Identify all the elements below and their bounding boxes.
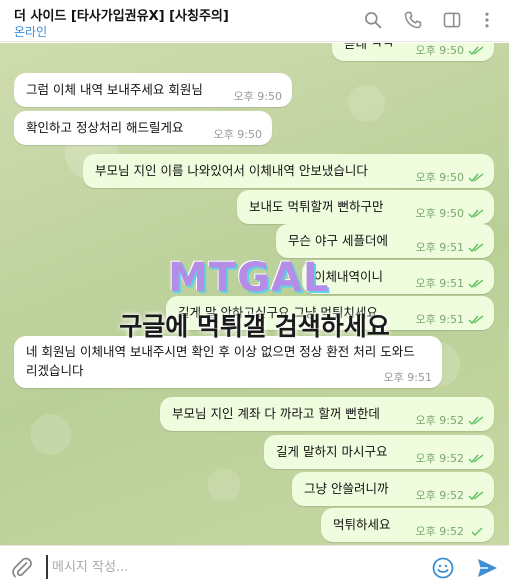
composer-bar bbox=[0, 545, 509, 587]
read-check-icon bbox=[468, 279, 484, 289]
paperclip-icon[interactable] bbox=[10, 556, 34, 580]
message-time: 오후 9:51 bbox=[415, 241, 464, 254]
read-check-icon bbox=[468, 209, 484, 219]
watermark-logo: MTGAL bbox=[168, 255, 330, 301]
message-text: 먹튀하세요 bbox=[333, 517, 391, 532]
read-check-icon bbox=[468, 173, 484, 183]
message-text: 무슨 야구 세플더에 bbox=[288, 233, 388, 248]
more-vertical-icon[interactable] bbox=[476, 9, 498, 31]
sent-check-icon bbox=[471, 527, 483, 536]
message-text: 부모님 지인 이름 나와있어서 이체내역 안보냈습니다 bbox=[95, 163, 368, 178]
message-bubble[interactable]: 그럼 이체 내역 보내주세요 회원님 오후 9:50 bbox=[14, 73, 292, 107]
message-bubble[interactable]: 확인하고 정상처리 해드릴게요 오후 9:50 bbox=[14, 111, 272, 145]
watermark-text: 구글에 먹튀갤 검색하세요 bbox=[119, 312, 390, 341]
chat-header: 더 사이드 [타사가입권유X] [사칭주의] 온라인 bbox=[0, 0, 509, 42]
message-time: 오후 9:50 bbox=[213, 128, 262, 141]
send-icon[interactable] bbox=[475, 556, 499, 580]
message-text: 길게 말하지 마시구요 bbox=[276, 444, 388, 459]
message-bubble[interactable]: 이체내역이니 오후 9:51 bbox=[302, 260, 494, 294]
message-bubble[interactable]: 길게 말하지 마시구요 오후 9:52 bbox=[264, 435, 494, 469]
message-text: 네 회원님 이체내역 보내주시면 확인 후 이상 없으면 정상 환전 처리 도와… bbox=[26, 344, 415, 378]
message-input[interactable] bbox=[46, 555, 416, 579]
chat-status: 온라인 bbox=[14, 25, 48, 39]
message-time: 오후 9:50 bbox=[415, 171, 464, 184]
chat-title[interactable]: 더 사이드 [타사가입권유X] [사칭주의] bbox=[14, 5, 229, 24]
message-time: 오후 9:52 bbox=[415, 414, 464, 427]
message-text: 그럼 이체 내역 보내주세요 회원님 bbox=[26, 82, 203, 97]
message-bubble[interactable]: 보내도 먹튀할꺼 뻔하구만 오후 9:50 bbox=[237, 190, 494, 224]
message-bubble[interactable]: 부모님 지인 계좌 다 까라고 할꺼 뻔한데 오후 9:52 bbox=[160, 397, 494, 431]
emoji-icon[interactable] bbox=[431, 556, 455, 580]
message-time: 오후 9:50 bbox=[415, 207, 464, 220]
read-check-icon bbox=[468, 491, 484, 501]
search-icon[interactable] bbox=[362, 9, 384, 31]
message-time: 오후 9:52 bbox=[415, 525, 464, 538]
message-time: 오후 9:52 bbox=[415, 489, 464, 502]
message-bubble[interactable]: 무슨 야구 세플더에 오후 9:51 bbox=[276, 224, 494, 258]
read-check-icon bbox=[468, 416, 484, 426]
sidebar-toggle-icon[interactable] bbox=[441, 9, 463, 31]
message-bubble[interactable]: 곧네 ㅋㅋ 오후 9:50 bbox=[332, 43, 494, 61]
message-time: 오후 9:51 bbox=[383, 371, 432, 384]
message-time: 오후 9:52 bbox=[415, 452, 464, 465]
message-text: 곧네 ㅋㅋ bbox=[344, 43, 394, 51]
message-text: 그냥 안쓸려니까 bbox=[304, 481, 389, 496]
message-text: 확인하고 정상처리 해드릴게요 bbox=[26, 120, 184, 135]
message-text: 보내도 먹튀할꺼 뻔하구만 bbox=[249, 199, 384, 214]
message-bubble[interactable]: 그냥 안쓸려니까 오후 9:52 bbox=[292, 472, 494, 506]
message-time: 오후 9:50 bbox=[233, 90, 282, 103]
message-bubble[interactable]: 먹튀하세요 오후 9:52 bbox=[321, 508, 494, 542]
phone-icon[interactable] bbox=[402, 9, 424, 31]
read-check-icon bbox=[468, 46, 484, 56]
message-bubble[interactable]: 부모님 지인 이름 나와있어서 이체내역 안보냈습니다 오후 9:50 bbox=[83, 154, 494, 188]
message-bubble[interactable]: 네 회원님 이체내역 보내주시면 확인 후 이상 없으면 정상 환전 처리 도와… bbox=[14, 336, 442, 388]
message-text: 부모님 지인 계좌 다 까라고 할꺼 뻔한데 bbox=[172, 406, 380, 421]
message-time: 오후 9:50 bbox=[415, 44, 464, 57]
message-time: 오후 9:51 bbox=[415, 277, 464, 290]
read-check-icon bbox=[468, 243, 484, 253]
read-check-icon bbox=[468, 454, 484, 464]
